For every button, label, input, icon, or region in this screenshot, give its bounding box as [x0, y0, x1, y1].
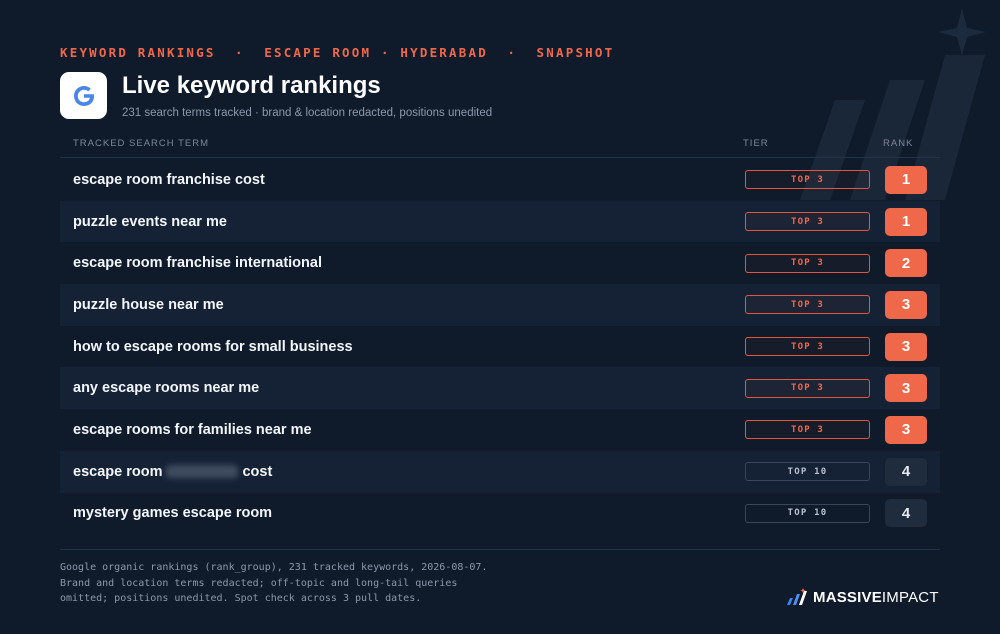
search-term-text: escape room franchise cost: [73, 171, 265, 188]
rank-badge: 3: [885, 415, 927, 444]
table-row: escape room franchise international TOP 3…: [60, 242, 940, 284]
footnote-line: Brand and location terms redacted; off-t…: [60, 577, 458, 589]
table-row: mystery games escape room TOP 10 4: [60, 493, 940, 535]
search-term: escape rooms for families near me: [73, 422, 312, 438]
tier-badge: TOP 3: [745, 295, 870, 315]
search-term-text: mystery games escape room: [73, 505, 273, 522]
rank-badge: 4: [885, 457, 927, 486]
search-term-text: how to escape rooms for small business: [73, 338, 353, 355]
rank-badge: 1: [885, 165, 927, 194]
search-term: mystery games escape room: [73, 505, 272, 521]
page-header: Live keyword rankings 231 search terms t…: [60, 72, 492, 119]
rank-badge: 3: [885, 332, 927, 361]
page-subtitle: 231 search terms tracked · brand & locat…: [122, 107, 493, 119]
brand-name-bold: MASSIVE: [813, 588, 882, 606]
sparkle-icon: [938, 8, 986, 56]
tier-badge: TOP 3: [745, 170, 870, 190]
search-term: puzzle events near me: [73, 214, 227, 230]
table-row: escape rooms for families near me TOP 3 3: [60, 409, 940, 451]
tier-badge: TOP 10: [745, 462, 870, 482]
table-row: escape room cost TOP 10 4: [60, 450, 940, 493]
search-term: how to escape rooms for small business: [73, 339, 353, 355]
column-header-rank: RANK: [883, 138, 914, 149]
rankings-table: escape room franchise cost TOP 3 1 puzzle e…: [60, 159, 940, 534]
massive-impact-logo-icon: [787, 588, 807, 605]
page-title: Live keyword rankings: [122, 72, 381, 99]
search-term-text: any escape rooms near me: [73, 380, 260, 397]
tier-badge: TOP 3: [745, 378, 870, 398]
rank-badge: 3: [885, 290, 927, 319]
brand-logo: MASSIVEIMPACT: [786, 588, 939, 606]
table-row: any escape rooms near me TOP 3 3: [60, 367, 940, 410]
table-divider-top: [60, 157, 940, 158]
search-term: escape room franchise international: [73, 255, 322, 271]
footnote: Google organic rankings (rank_group), 23…: [60, 560, 530, 607]
column-header-term: TRACKED SEARCH TERM: [73, 138, 210, 149]
search-term-text: puzzle house near me: [73, 296, 224, 313]
rank-badge: 1: [885, 207, 927, 236]
redacted-term-blur: [166, 465, 239, 479]
search-term-suffix: cost: [242, 463, 273, 480]
footnote-line: omitted; positions unedited. Spot check …: [60, 593, 422, 604]
footnote-line: Google organic rankings (rank_group), 23…: [60, 562, 488, 573]
search-term: escape room franchise cost: [73, 172, 265, 188]
tier-badge: TOP 3: [745, 420, 870, 440]
search-term-text: escape room: [73, 463, 163, 480]
tier-badge: TOP 3: [745, 253, 870, 273]
search-term-text: escape room franchise international: [73, 255, 322, 272]
rank-badge: 2: [885, 249, 927, 278]
rank-badge: 3: [885, 374, 927, 403]
column-header-tier: TIER: [743, 138, 769, 149]
report-kicker: KEYWORD RANKINGS · ESCAPE ROOM · HYDERAB…: [60, 45, 615, 60]
search-term-text: puzzle events near me: [73, 213, 227, 230]
table-row: escape room franchise cost TOP 3 1: [60, 159, 940, 201]
search-term: any escape rooms near me: [73, 380, 259, 396]
search-term-text: escape rooms for families near me: [73, 421, 312, 438]
google-g-icon: [60, 72, 107, 119]
tier-badge: TOP 10: [745, 503, 870, 523]
table-row: how to escape rooms for small business TO…: [60, 326, 940, 368]
tier-badge: TOP 3: [745, 212, 870, 232]
table-row: puzzle house near me TOP 3 3: [60, 284, 940, 326]
table-divider-bottom: [60, 549, 940, 550]
table-row: puzzle events near me TOP 3 1: [60, 200, 940, 243]
tier-badge: TOP 3: [745, 337, 870, 357]
rank-badge: 4: [885, 499, 927, 528]
search-term: escape room cost: [73, 464, 272, 480]
brand-name-light: IMPACT: [881, 588, 939, 606]
search-term: puzzle house near me: [73, 297, 224, 313]
